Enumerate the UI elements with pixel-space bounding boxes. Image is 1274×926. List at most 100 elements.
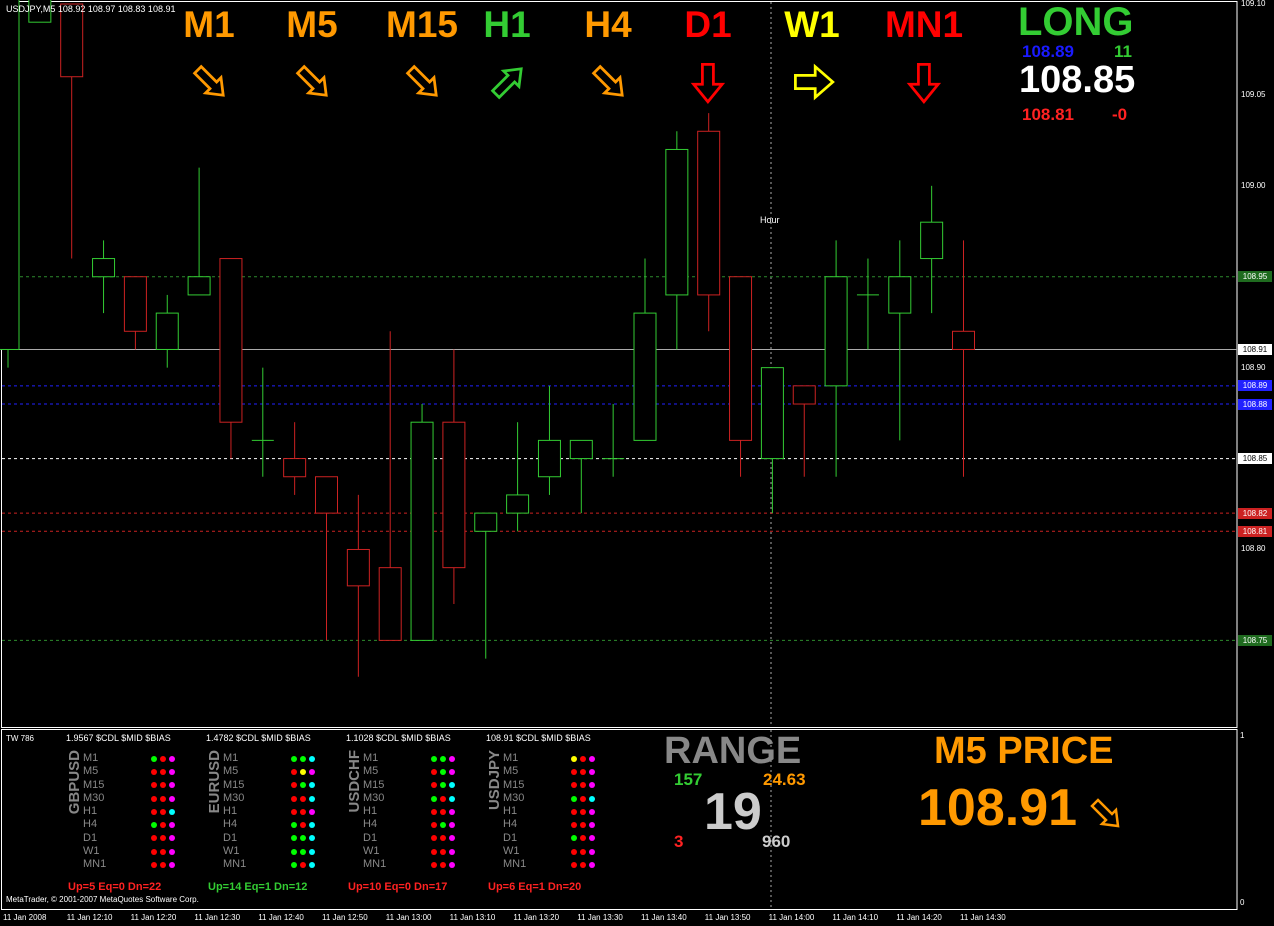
- tf-label-m5: M5: [286, 4, 338, 45]
- level-price-label-1: 108.91: [1238, 343, 1272, 355]
- price-tick-5: 108.90: [1241, 362, 1266, 372]
- crosshair-hour-label: Hour: [760, 215, 780, 225]
- dot-row: [291, 845, 315, 858]
- tf-row-label: M5: [223, 765, 239, 778]
- time-tick-15: 11 Jan 14:30: [960, 913, 1006, 922]
- signal-dot: [169, 795, 175, 802]
- candle-body-21: [665, 148, 689, 296]
- level-price-label-4: 108.85: [1238, 453, 1272, 465]
- candle-body-2: [60, 3, 84, 78]
- signal-dot: [431, 768, 437, 775]
- signal-dot: [449, 848, 455, 855]
- signal-dot: [309, 755, 315, 762]
- signal-dot: [151, 755, 157, 762]
- time-tick-2: 11 Jan 12:20: [130, 913, 177, 922]
- candle-body-12: [378, 567, 402, 641]
- tf-row-label: MN1: [223, 858, 247, 871]
- dot-row: [291, 858, 315, 871]
- candle-body-17: [537, 439, 561, 478]
- dot-row: [571, 832, 595, 845]
- pair-tf-list-gbpusd: M1 M5 M15 M30 H1 H4 D1 W1 MN1: [83, 752, 106, 872]
- signal-dot: [151, 835, 157, 842]
- tf-row-label: H4: [363, 818, 378, 831]
- tf-row-label: M1: [223, 752, 239, 764]
- signal-dot: [571, 862, 577, 869]
- signal-dot: [300, 808, 306, 815]
- signal-dot: [291, 808, 297, 815]
- pair-dots-gbpusd: [151, 752, 175, 872]
- candle-body-22: [697, 130, 721, 296]
- candle-body-3: [92, 258, 116, 278]
- pair-summary-usdchf: Up=10 Eq=0 Dn=17: [348, 881, 448, 893]
- signal-dot: [291, 782, 297, 789]
- signal-dot: [449, 782, 455, 789]
- signal-dot: [440, 808, 446, 815]
- signal-dot: [151, 782, 157, 789]
- dot-row: [291, 805, 315, 818]
- tf-row-label: D1: [83, 831, 98, 844]
- signal-dot: [589, 835, 595, 842]
- signal-dot: [160, 862, 166, 869]
- signal-dot: [160, 848, 166, 855]
- signal-dot: [300, 862, 306, 869]
- signal-price: 108.85: [1019, 59, 1136, 101]
- price-tick-0: 109.10: [1241, 0, 1266, 8]
- signal-low: 108.81: [1022, 105, 1074, 124]
- tf-row-label: M15: [363, 778, 385, 791]
- dot-row: [571, 779, 595, 792]
- tf-row-label: D1: [223, 831, 238, 844]
- subwindow-title: TW 786: [6, 734, 35, 743]
- tf-label-h1: H1: [483, 4, 531, 45]
- range-value: 19: [704, 783, 762, 841]
- signal-dot: [169, 755, 175, 762]
- signal-dot: [169, 808, 175, 815]
- signal-dot: [580, 862, 586, 869]
- signal-dot: [571, 835, 577, 842]
- signal-dot: [431, 835, 437, 842]
- signal-dot: [440, 755, 446, 762]
- signal-dot: [160, 822, 166, 829]
- dot-row: [431, 858, 455, 871]
- dot-row: [431, 805, 455, 818]
- tf-row-label: M1: [83, 752, 99, 764]
- dot-row: [431, 779, 455, 792]
- m5-price-down-right-icon: [1090, 798, 1120, 828]
- time-tick-7: 11 Jan 13:10: [449, 913, 496, 922]
- time-tick-12: 11 Jan 14:00: [768, 913, 815, 922]
- signal-dot: [431, 795, 437, 802]
- candle-body-18: [569, 439, 593, 460]
- dot-row: [571, 818, 595, 831]
- signal-dot: [571, 755, 577, 762]
- tf-m15-down-right-icon: [405, 64, 438, 97]
- dot-row: [151, 832, 175, 845]
- signal-dot: [589, 822, 595, 829]
- pair-name-usdjpy: USDJPY: [486, 750, 503, 811]
- time-tick-13: 11 Jan 14:10: [832, 913, 879, 922]
- tf-row-label: M5: [83, 765, 99, 778]
- time-tick-10: 11 Jan 13:40: [641, 913, 687, 922]
- price-chart[interactable]: [0, 0, 1274, 926]
- signal-dot: [169, 782, 175, 789]
- tf-row-label: M5: [503, 765, 519, 778]
- tf-row-label: H1: [223, 805, 238, 818]
- tf-row-label: D1: [363, 831, 378, 844]
- signal-dot: [309, 862, 315, 869]
- signal-dot: [151, 795, 157, 802]
- candle-body-14: [442, 421, 466, 569]
- tf-row-label: M30: [363, 791, 385, 804]
- signal-dot: [580, 782, 586, 789]
- time-tick-11: 11 Jan 13:50: [704, 913, 751, 922]
- signal-dot: [151, 808, 157, 815]
- price-tick-2: 109.00: [1241, 180, 1266, 190]
- signal-dot: [169, 822, 175, 829]
- dot-row: [291, 792, 315, 805]
- tf-label-d1: D1: [684, 4, 732, 45]
- signal-dot: [440, 822, 446, 829]
- tf-m5-down-right-icon: [295, 64, 328, 97]
- time-tick-1: 11 Jan 12:10: [66, 913, 113, 922]
- subwindow-scale-bottom: 0: [1240, 898, 1245, 907]
- signal-dot: [300, 755, 306, 762]
- tf-row-label: M30: [503, 791, 525, 804]
- dot-row: [431, 845, 455, 858]
- signal-dot: [431, 782, 437, 789]
